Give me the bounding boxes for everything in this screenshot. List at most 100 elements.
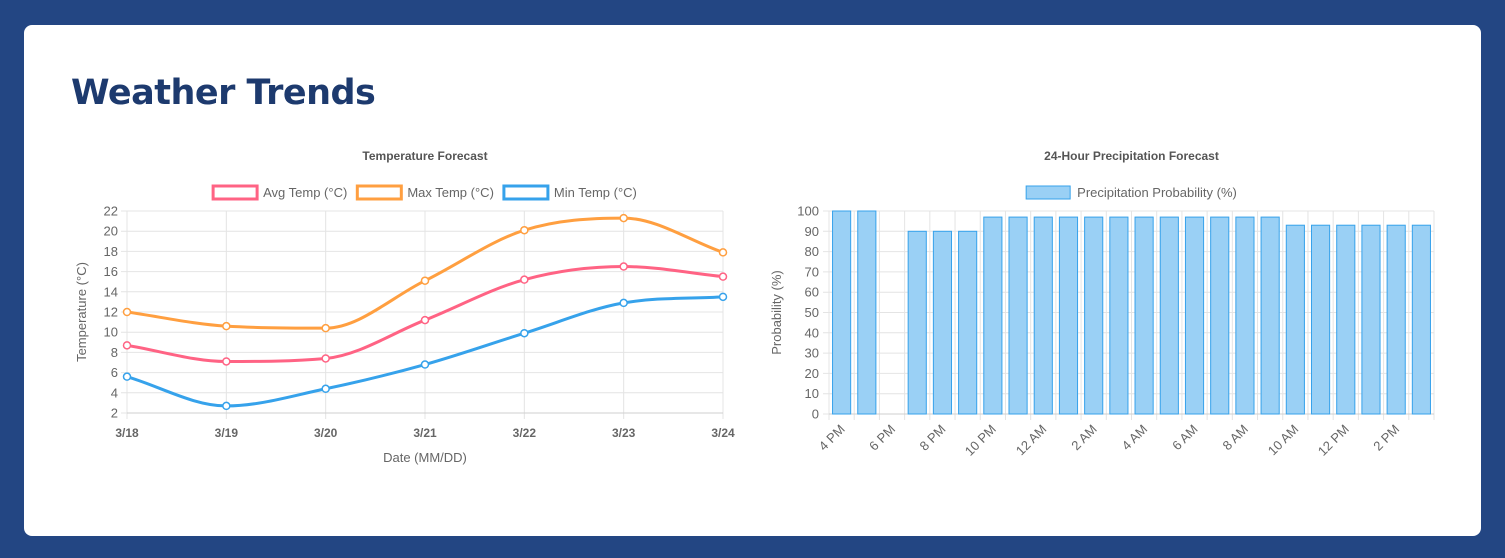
- y-tick-label: 16: [104, 264, 118, 279]
- data-point: [619, 213, 628, 223]
- data-point: [321, 354, 330, 363]
- data-point: [222, 401, 231, 411]
- precipitation-bar: [1033, 216, 1053, 415]
- data-point: [222, 321, 231, 331]
- y-tick-label: 20: [805, 366, 819, 381]
- x-tick-label: 3/21: [413, 426, 437, 440]
- y-tick-label: 10: [805, 386, 819, 401]
- data-point: [718, 248, 728, 257]
- y-tick-label: 6: [111, 365, 118, 380]
- y-tick-label: 18: [104, 244, 118, 259]
- x-tick-label: 12 AM: [1013, 422, 1050, 459]
- precipitation-bar: [1310, 224, 1331, 415]
- precipitation-bar: [1235, 216, 1255, 415]
- data-point: [718, 292, 728, 302]
- y-tick-label: 8: [111, 345, 118, 360]
- precipitation-bar: [1411, 224, 1431, 415]
- y-tick-label: 50: [805, 305, 819, 320]
- x-tick-label: 3/23: [612, 426, 636, 440]
- x-tick-label: 8 PM: [916, 422, 948, 454]
- precipitation-bar: [1109, 216, 1129, 415]
- y-tick-label: 20: [104, 224, 118, 239]
- y-tick-label: 30: [805, 346, 819, 361]
- y-tick-label: 4: [111, 385, 118, 400]
- temperature-plot: 2 4 6 8 10 12 14 16 18 20 22 3/18 3/19 3/20 3/21 3/22 3/…: [74, 149, 735, 465]
- precipitation-bar: [932, 230, 953, 415]
- data-point: [420, 276, 430, 285]
- y-axis-title: Temperature (°C): [74, 262, 89, 362]
- y-tick-label: 2: [111, 406, 118, 421]
- x-tick-label: 3/20: [314, 426, 338, 440]
- x-tick-label: 10 PM: [962, 422, 999, 459]
- y-tick-label: 40: [805, 325, 819, 340]
- data-point: [122, 372, 132, 381]
- precipitation-bar: [1058, 216, 1079, 415]
- data-point: [520, 225, 529, 235]
- legend-label: Min Temp (°C): [554, 185, 637, 200]
- data-point: [619, 298, 628, 308]
- x-tick-label: 3/19: [215, 426, 239, 440]
- x-tick-label: 8 AM: [1220, 422, 1252, 454]
- legend-swatch: [211, 184, 259, 201]
- precipitation-bar: [1361, 224, 1381, 415]
- data-point: [420, 360, 430, 369]
- x-tick-label: 6 AM: [1169, 422, 1201, 454]
- precipitation-bar: [1210, 216, 1230, 415]
- data-point: [222, 357, 231, 366]
- y-axis-title: Probability (%): [769, 270, 784, 355]
- x-tick-label: 2 AM: [1068, 422, 1100, 454]
- precipitation-bar: [1184, 216, 1205, 415]
- precipitation-bar: [1336, 224, 1356, 415]
- x-tick-label: 6 PM: [866, 422, 898, 454]
- x-tick-label: 4 PM: [816, 422, 848, 454]
- data-point: [718, 272, 728, 281]
- data-point: [420, 315, 430, 325]
- y-tick-label: 0: [812, 407, 819, 422]
- x-tick-label: 3/22: [513, 426, 537, 440]
- precipitation-bar: [1386, 224, 1406, 415]
- data-point: [321, 384, 330, 394]
- precipitation-bar: [958, 230, 978, 415]
- x-tick-label: 10 AM: [1265, 422, 1302, 459]
- precipitation-bar: [907, 230, 927, 415]
- y-tick-label: 70: [805, 264, 819, 279]
- precipitation-bar: [1260, 216, 1280, 415]
- x-tick-label: 3/18: [115, 426, 139, 440]
- data-point: [122, 307, 132, 317]
- y-tick-label: 60: [805, 285, 819, 300]
- precipitation-bar: [857, 210, 877, 415]
- chart-title: Temperature Forecast: [362, 149, 487, 163]
- precipitation-plot: 0 10 20 30 40 50 60 70 80 90 100 24-Hour Precipitat…: [769, 149, 1435, 459]
- data-point: [520, 328, 529, 338]
- x-axis-title: Date (MM/DD): [383, 450, 467, 465]
- y-tick-label: 90: [805, 224, 819, 239]
- x-tick-label: 2 PM: [1370, 422, 1402, 454]
- y-tick-label: 80: [805, 244, 819, 259]
- precipitation-bar: [1134, 216, 1154, 415]
- precipitation-bar: [1008, 216, 1028, 415]
- y-tick-label: 14: [104, 284, 118, 299]
- precipitation-bar: [832, 210, 852, 415]
- data-point: [122, 341, 132, 350]
- legend-label: Precipitation Probability (%): [1077, 185, 1237, 200]
- y-tick-label: 10: [104, 325, 118, 340]
- data-point: [520, 275, 529, 284]
- y-tick-label: 22: [104, 204, 118, 219]
- data-point: [321, 323, 330, 333]
- chart-title: 24-Hour Precipitation Forecast: [1044, 149, 1219, 163]
- data-point: [619, 262, 628, 271]
- legend-swatch: [1025, 185, 1071, 200]
- precipitation-bar: [1159, 216, 1179, 415]
- precipitation-bar: [1285, 224, 1305, 415]
- legend-swatch: [355, 184, 403, 201]
- legend-label: Max Temp (°C): [407, 185, 494, 200]
- precipitation-bar: [983, 216, 1003, 415]
- x-tick-label: 12 PM: [1315, 422, 1352, 459]
- temperature-chart: 2 4 6 8 10 12 14 16 18 20 22 3/18 3/19 3/20 3/21 3/22 3/…: [74, 149, 1435, 465]
- x-tick-label: 4 AM: [1119, 422, 1151, 454]
- x-tick-label: 3/24: [711, 426, 735, 440]
- legend-swatch: [502, 184, 550, 201]
- y-tick-label: 100: [797, 204, 819, 219]
- y-tick-label: 12: [104, 305, 118, 320]
- precipitation-bar: [1084, 216, 1104, 415]
